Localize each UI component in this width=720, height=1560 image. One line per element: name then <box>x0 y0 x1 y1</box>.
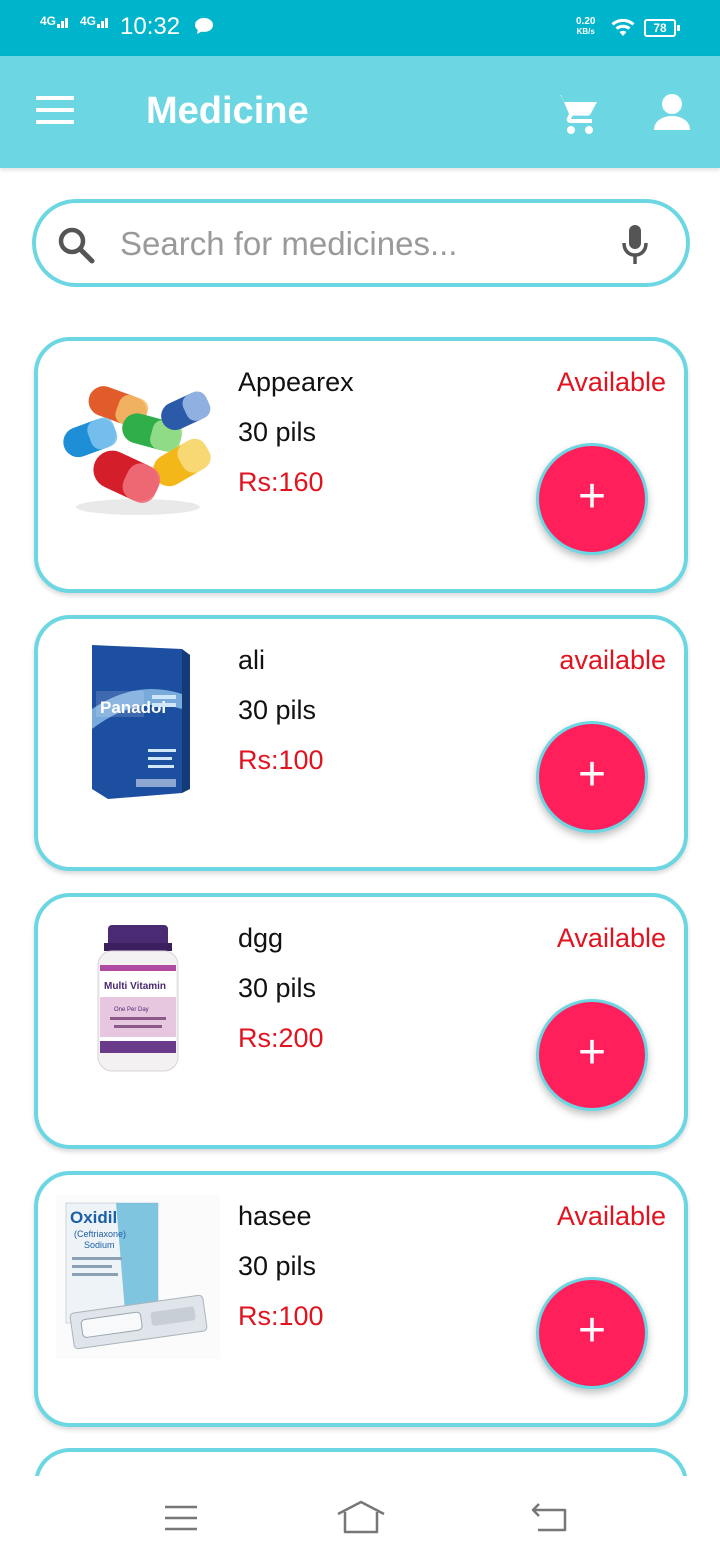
product-price: Rs:200 <box>238 1023 324 1053</box>
system-nav-bar <box>0 1476 720 1560</box>
search-icon <box>58 227 95 264</box>
signal-icon: 4G <box>80 14 109 28</box>
account-icon[interactable] <box>652 92 692 132</box>
search-input[interactable] <box>120 221 600 267</box>
search-bar[interactable] <box>32 199 690 287</box>
product-price: Rs:160 <box>238 467 324 497</box>
product-quantity: 30 pils <box>238 695 317 725</box>
app-bar: Medicine <box>0 56 720 168</box>
speed-unit: KB/s <box>576 27 595 36</box>
home-icon[interactable] <box>336 1500 386 1534</box>
product-name: ali <box>238 645 266 675</box>
message-icon <box>195 18 213 34</box>
capsules-image <box>63 386 211 515</box>
network-speed: 0.20 KB/s <box>576 17 595 37</box>
product-card[interactable]: Multi Vitamin One Per Day dgg 30 pils Rs… <box>34 893 688 1149</box>
back-icon[interactable] <box>530 1502 568 1532</box>
product-name: dgg <box>238 923 284 953</box>
clock: 10:32 <box>120 13 181 40</box>
product-price: Rs:100 <box>238 1301 324 1331</box>
speed-value: 0.20 <box>576 16 596 27</box>
multivitamin-label-text: Multi Vitamin <box>104 981 166 992</box>
availability-status: Available <box>556 367 666 397</box>
oxidil-sub-text: (Ceftriaxone) <box>74 1229 126 1239</box>
add-to-cart-button[interactable]: + <box>536 999 648 1111</box>
multivitamin-sub-text: One Per Day <box>114 1007 149 1013</box>
product-price: Rs:100 <box>238 745 324 775</box>
signal-icon: 4G <box>40 14 69 28</box>
product-name: hasee <box>238 1201 312 1231</box>
product-card[interactable]: Panadol ali 30 pils Rs:100 available + <box>34 615 688 871</box>
product-card[interactable]: Appearex 30 pils Rs:160 Available + <box>34 337 688 593</box>
availability-status: Available <box>556 1201 666 1231</box>
microphone-icon[interactable] <box>620 223 650 267</box>
panadol-brand-text: Panadol <box>100 698 166 717</box>
multivitamin-bottle-image: Multi Vitamin One Per Day <box>97 925 179 1072</box>
product-quantity: 30 pils <box>238 1251 317 1281</box>
oxidil-brand-text: Oxidil <box>70 1208 117 1227</box>
product-name: Appearex <box>238 367 354 397</box>
add-to-cart-button[interactable]: + <box>536 721 648 833</box>
signal-label: 4G <box>80 14 97 28</box>
product-card[interactable]: Oxidil (Ceftriaxone) Sodium hasee 30 pil… <box>34 1171 688 1427</box>
menu-icon[interactable] <box>36 96 76 126</box>
panadol-box-image: Panadol <box>92 645 190 799</box>
recent-apps-icon[interactable] <box>164 1504 198 1532</box>
availability-status: Available <box>556 923 666 953</box>
oxidil-box-image: Oxidil (Ceftriaxone) Sodium <box>56 1195 220 1359</box>
availability-status: available <box>559 645 666 675</box>
product-quantity: 30 pils <box>238 417 317 447</box>
add-to-cart-button[interactable]: + <box>536 1277 648 1389</box>
product-quantity: 30 pils <box>238 973 317 1003</box>
cart-icon[interactable] <box>552 92 598 136</box>
battery-icon: 78 <box>644 19 680 37</box>
oxidil-sub-text-2: Sodium <box>84 1240 115 1250</box>
status-bar: 4G 4G 10:32 0.20 KB/s 78 <box>0 0 720 56</box>
add-to-cart-button[interactable]: + <box>536 443 648 555</box>
page-title: Medicine <box>146 90 309 132</box>
wifi-icon <box>611 18 635 36</box>
signal-label: 4G <box>40 14 57 28</box>
